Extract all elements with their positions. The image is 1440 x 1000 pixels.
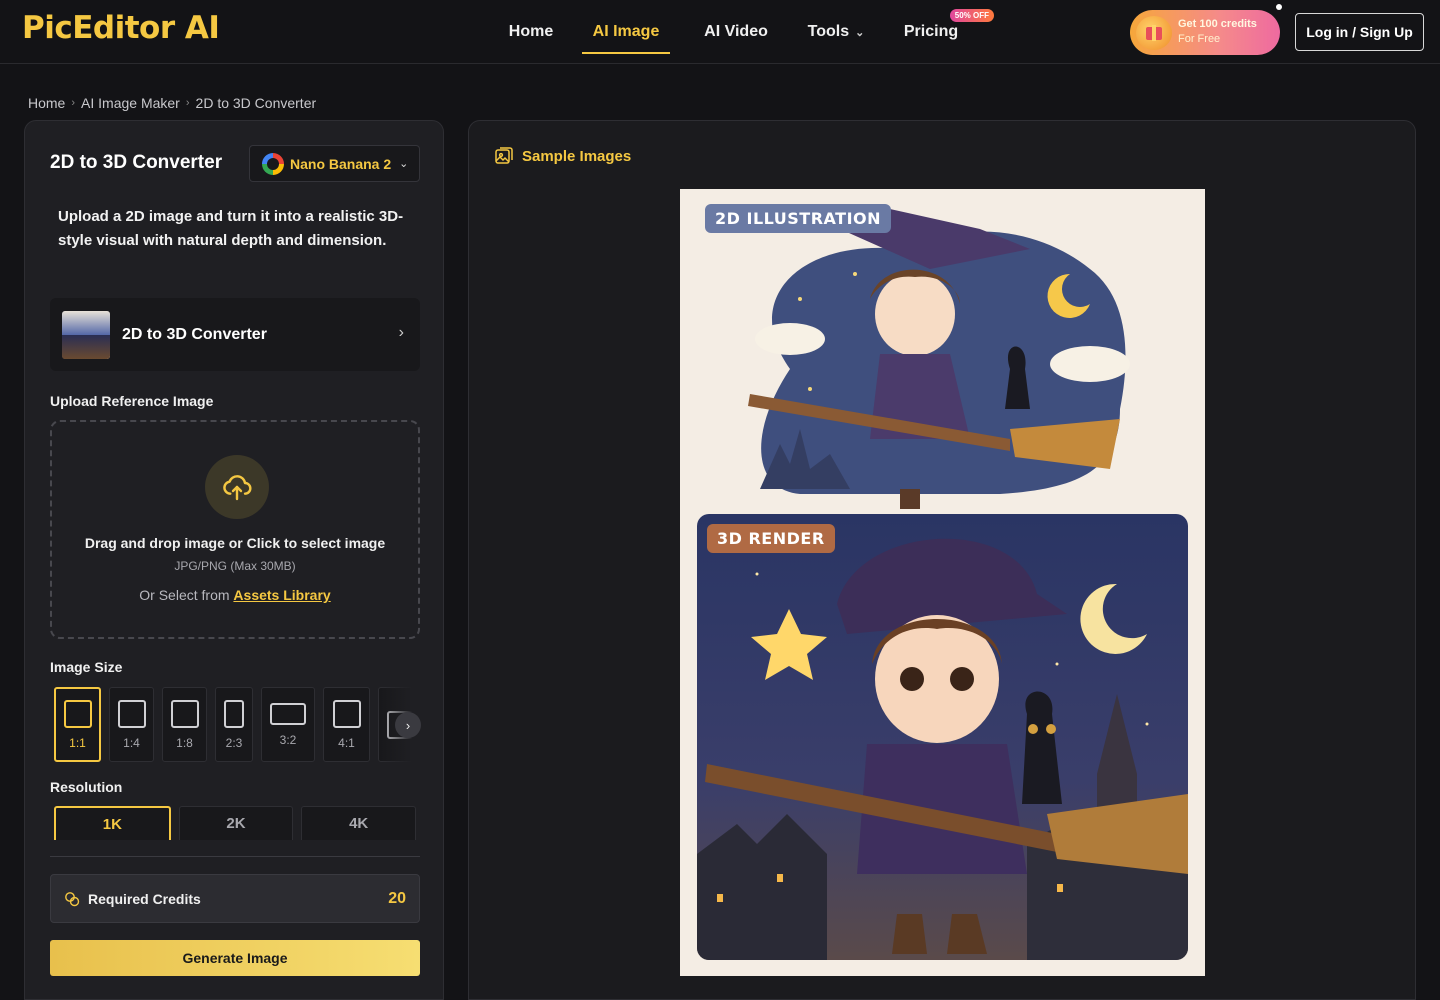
size-option-3-2[interactable]: 3:2	[261, 687, 315, 762]
nav-tools[interactable]: Tools ⌄	[796, 0, 876, 64]
promo-line-2: For Free	[1178, 33, 1221, 45]
ratio-icon	[170, 699, 199, 728]
upload-format-hint: JPG/PNG (Max 30MB)	[174, 559, 296, 573]
resolution-1k[interactable]: 1K	[54, 806, 171, 840]
sample-header: Sample Images	[494, 146, 631, 166]
breadcrumb-home[interactable]: Home	[28, 95, 65, 111]
nav-ai-image[interactable]: AI Image	[582, 0, 670, 64]
login-signup-button[interactable]: Log in / Sign Up	[1295, 13, 1424, 51]
sample-images-title: Sample Images	[522, 147, 632, 165]
tool-title: 2D to 3D Converter	[50, 152, 223, 173]
render-3d-image	[697, 514, 1188, 960]
required-credits-label: Required Credits	[88, 890, 201, 907]
ratio-icon	[332, 699, 361, 728]
nav-pricing[interactable]: Pricing 50% OFF	[896, 0, 994, 64]
chevron-right-icon[interactable]: ›	[395, 712, 421, 738]
size-option-label: 3:2	[279, 732, 297, 747]
size-option-1-1[interactable]: 1:1	[54, 687, 101, 762]
nav-ai-image-label: AI Image	[592, 23, 660, 40]
tool-panel: 2D to 3D Converter Nano Banana 2 ⌄ Uploa…	[24, 120, 444, 1000]
tool-description: Upload a 2D image and turn it into a rea…	[58, 208, 404, 249]
assets-library-row: Or Select from Assets Library	[52, 587, 418, 603]
nav-home[interactable]: Home	[490, 0, 572, 64]
upload-instructions: Drag and drop image or Click to select i…	[84, 535, 386, 551]
nav-home-label: Home	[508, 23, 554, 40]
nav-ai-video-label: AI Video	[704, 23, 768, 40]
size-option-label: 4:1	[338, 735, 355, 750]
size-option-label: 1:8	[176, 735, 193, 750]
image-size-options: 1:1 1:4 1:8 2:3 3:2 4:1	[54, 687, 420, 762]
size-option-1-8[interactable]: 1:8	[162, 687, 207, 762]
nav-pricing-label: Pricing	[903, 23, 959, 40]
tag-3d-render: 3D RENDER	[707, 524, 835, 553]
breadcrumb-ai-image-maker[interactable]: AI Image Maker	[81, 95, 180, 111]
discount-badge: 50% OFF	[949, 9, 994, 22]
size-option-label: 1:1	[69, 735, 86, 750]
tag-2d-illustration: 2D ILLUSTRATION	[705, 204, 892, 233]
resolution-label: Resolution	[50, 779, 123, 795]
google-icon	[262, 152, 284, 175]
upload-section-label: Upload Reference Image	[50, 393, 214, 409]
chevron-right-icon: ›	[398, 324, 404, 341]
square-ratio-icon	[63, 699, 92, 728]
chevron-down-icon: ⌄	[399, 158, 409, 170]
gallery-icon	[495, 147, 513, 164]
sample-panel: Sample Images 2D ILLUSTRATION 3D RENDER	[468, 120, 1416, 1000]
resolution-options: 1K 2K 4K	[54, 806, 417, 840]
divider	[50, 856, 420, 857]
assets-library-link[interactable]: Assets Library	[233, 587, 330, 603]
required-credits-row: Required Credits 20	[50, 874, 420, 923]
size-option-4-1[interactable]: 4:1	[323, 687, 370, 762]
size-option-1-4[interactable]: 1:4	[109, 687, 154, 762]
coins-icon	[65, 891, 80, 906]
model-select-label: Nano Banana 2	[290, 155, 392, 172]
generate-image-button[interactable]: Generate Image	[50, 940, 420, 976]
template-card[interactable]: 2D to 3D Converter ›	[50, 298, 420, 371]
size-option-label: 1:4	[123, 735, 140, 750]
site-logo[interactable]: PicEditor AI	[22, 10, 220, 46]
chevron-down-icon: ⌄	[855, 26, 865, 39]
nav-tools-label: Tools	[807, 23, 850, 40]
ratio-icon	[117, 699, 146, 728]
free-credits-promo[interactable]: Get 100 credits For Free	[1130, 10, 1280, 55]
notification-dot	[1276, 4, 1282, 10]
top-header: PicEditor AI Home AI Image AI Video Tool…	[0, 0, 1440, 64]
illustration-2d-image	[748, 209, 1130, 509]
resolution-2k[interactable]: 2K	[178, 806, 294, 840]
template-label: 2D to 3D Converter	[122, 325, 267, 343]
portrait-ratio-icon	[224, 699, 244, 728]
resolution-4k[interactable]: 4K	[301, 806, 417, 840]
landscape-ratio-icon	[270, 702, 306, 725]
breadcrumb-separator-icon: ›	[71, 97, 76, 109]
breadcrumb: Home › AI Image Maker › 2D to 3D Convert…	[28, 95, 316, 111]
breadcrumb-current: 2D to 3D Converter	[195, 95, 317, 111]
cloud-upload-icon	[223, 475, 252, 501]
main-nav: Home AI Image AI Video Tools ⌄ Pricing 50%…	[490, 0, 994, 64]
required-credits-value: 20	[388, 889, 406, 907]
size-option-2-3[interactable]: 2:3	[215, 687, 253, 762]
promo-line-1: Get 100 credits	[1178, 18, 1257, 30]
image-size-label: Image Size	[50, 659, 123, 675]
assets-prefix: Or Select from	[139, 587, 230, 603]
upload-dropzone[interactable]: Drag and drop image or Click to select i…	[50, 420, 420, 639]
model-select[interactable]: Nano Banana 2 ⌄	[249, 145, 420, 182]
breadcrumb-separator-icon: ›	[185, 97, 190, 109]
size-option-label: 2:3	[225, 735, 243, 750]
gift-icon	[1136, 16, 1172, 50]
upload-icon-circle	[205, 455, 269, 519]
sample-image: 2D ILLUSTRATION 3D RENDER	[680, 189, 1205, 976]
nav-ai-video[interactable]: AI Video	[692, 0, 780, 64]
template-thumbnail	[62, 310, 110, 359]
